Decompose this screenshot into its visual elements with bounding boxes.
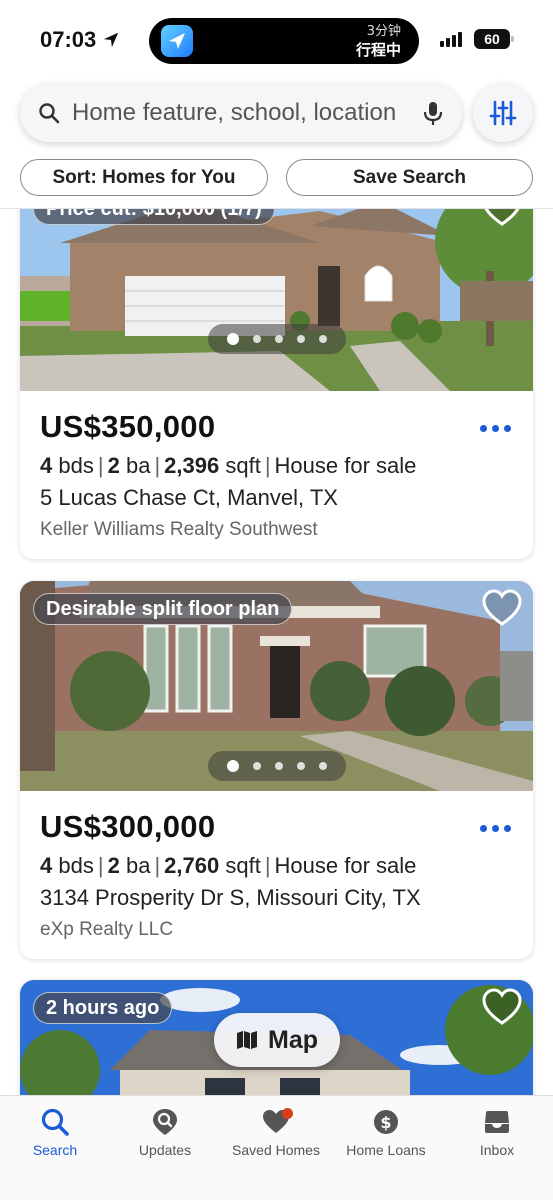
carousel-dot	[227, 760, 239, 772]
listing-broker: eXp Realty LLC	[40, 919, 174, 940]
listing-card[interactable]: Desirable split floor plan US$300,000 4 …	[20, 581, 533, 959]
photo-carousel-indicator[interactable]	[208, 751, 346, 781]
sqft-value: 2,396	[164, 453, 220, 478]
baths-count: 2	[107, 853, 120, 878]
listing-address: 3134 Prosperity Dr S, Missouri City, TX	[40, 885, 421, 910]
house-photo	[20, 209, 533, 391]
more-options-icon[interactable]	[480, 425, 511, 432]
listing-address: 5 Lucas Chase Ct, Manvel, TX	[40, 485, 338, 510]
baths-count: 2	[107, 453, 120, 478]
beds-count: 4	[40, 453, 53, 478]
save-search-button[interactable]: Save Search	[286, 159, 533, 196]
sliders-icon	[489, 100, 517, 126]
notification-dot	[282, 1108, 293, 1119]
heart-icon[interactable]	[481, 209, 523, 229]
map-icon	[237, 1031, 257, 1049]
listing-info[interactable]: US$350,000 4 bds | 2 ba | 2,396 sqft | House f…	[20, 391, 533, 559]
navigation-app-icon	[161, 25, 193, 57]
dollar-icon: $	[374, 1110, 398, 1134]
carousel-dot	[275, 335, 283, 343]
listing-badge: 2 hours ago	[33, 992, 173, 1024]
listing-facts: 4 bds | 2 ba | 2,760 sqft | House for sale	[40, 853, 417, 878]
listing-type: House for sale	[274, 853, 417, 878]
sqft-value: 2,760	[164, 853, 220, 878]
cellular-signal-icon	[440, 32, 462, 47]
beds-unit: bds	[58, 453, 94, 478]
listing-facts: 4 bds | 2 ba | 2,396 sqft | House for sale	[40, 453, 417, 478]
search-bar[interactable]	[20, 84, 462, 142]
tab-home-loans[interactable]: $ Home Loans	[331, 1106, 441, 1158]
more-options-icon[interactable]	[480, 825, 511, 832]
tab-label: Saved Homes	[232, 1142, 320, 1158]
map-button[interactable]: Map	[214, 1013, 340, 1067]
carousel-dot	[319, 762, 327, 770]
carousel-dot	[297, 762, 305, 770]
listing-broker: Keller Williams Realty Southwest	[40, 519, 318, 540]
island-status: 行程中	[355, 41, 401, 59]
tab-label: Inbox	[479, 1142, 515, 1158]
location-arrow-icon	[104, 32, 119, 48]
listing-type: House for sale	[274, 453, 417, 478]
tab-label: Updates	[138, 1142, 192, 1158]
dynamic-island[interactable]: 3分钟 行程中	[149, 18, 419, 64]
battery-icon: 60	[474, 29, 514, 49]
tab-saved-homes[interactable]: Saved Homes	[221, 1106, 331, 1158]
carousel-dot	[253, 335, 261, 343]
carousel-dot	[297, 335, 305, 343]
search-input[interactable]	[72, 99, 402, 127]
svg-text:$: $	[380, 1113, 391, 1132]
heart-icon[interactable]	[481, 988, 523, 1028]
clock-time: 07:03	[40, 27, 97, 52]
carousel-dot	[253, 762, 261, 770]
status-bar: 07:03 3分钟 行程中 60	[0, 0, 553, 80]
mic-icon[interactable]	[422, 100, 444, 126]
clock: 07:03	[40, 27, 120, 53]
search-icon	[41, 1108, 69, 1136]
tab-updates[interactable]: Updates	[110, 1106, 220, 1158]
beds-count: 4	[40, 853, 53, 878]
tab-search[interactable]: Search	[0, 1106, 110, 1158]
listing-price: US$350,000	[40, 409, 216, 444]
baths-unit: ba	[125, 453, 151, 478]
listing-price: US$300,000	[40, 809, 216, 844]
tab-inbox[interactable]: Inbox	[442, 1106, 552, 1158]
bottom-tab-bar: Search Updates Saved Homes $ Home Loans	[0, 1095, 553, 1200]
tab-label: Search	[32, 1142, 78, 1158]
sqft-unit: sqft	[225, 853, 261, 878]
listing-info[interactable]: US$300,000 4 bds | 2 ba | 2,760 sqft | House f…	[20, 791, 533, 959]
heart-icon[interactable]	[481, 589, 523, 629]
inbox-icon	[485, 1111, 509, 1133]
island-activity: 3分钟 行程中	[356, 22, 401, 60]
carousel-dot	[227, 333, 239, 345]
listing-badge: Desirable split floor plan	[33, 593, 293, 625]
listing-feed[interactable]: Price cut: $10,000 (1/7) US$350,000 4 bd…	[0, 209, 553, 1095]
carousel-dot	[275, 762, 283, 770]
listing-badge: Price cut: $10,000 (1/7)	[33, 209, 275, 225]
sort-button[interactable]: Sort: Homes for You	[20, 159, 268, 196]
listing-photo[interactable]: Desirable split floor plan	[20, 581, 533, 791]
photo-carousel-indicator[interactable]	[208, 324, 346, 354]
tab-label: Home Loans	[346, 1142, 426, 1158]
listing-card[interactable]: Price cut: $10,000 (1/7) US$350,000 4 bd…	[20, 209, 533, 559]
sqft-unit: sqft	[225, 453, 261, 478]
map-button-label: Map	[268, 1025, 318, 1054]
beds-unit: bds	[58, 853, 94, 878]
updates-icon	[153, 1109, 177, 1135]
listing-photo[interactable]: Price cut: $10,000 (1/7)	[20, 209, 533, 391]
search-icon	[39, 103, 60, 124]
filter-button[interactable]	[473, 84, 533, 142]
baths-unit: ba	[125, 853, 151, 878]
carousel-dot	[319, 335, 327, 343]
island-eta: 3分钟	[366, 24, 401, 39]
battery-level: 60	[484, 31, 500, 47]
